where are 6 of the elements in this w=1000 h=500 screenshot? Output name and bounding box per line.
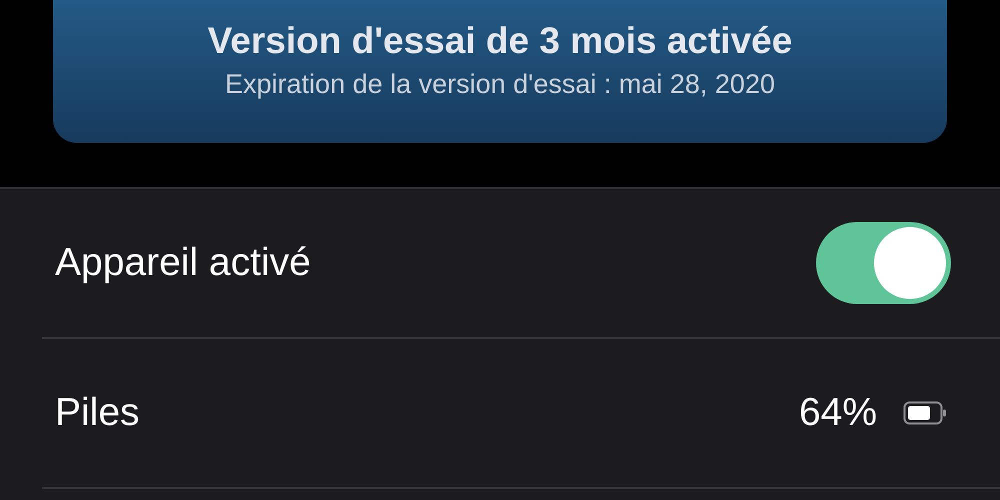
battery-percentage: 64%	[798, 390, 877, 436]
banner-title: Version d'essai de 3 mois activée	[208, 19, 792, 63]
battery-icon	[903, 401, 947, 425]
setting-label: Piles	[55, 390, 140, 436]
setting-label: Appareil activé	[55, 240, 311, 286]
banner-subtitle: Expiration de la version d'essai : mai 28, 2020	[225, 68, 775, 101]
